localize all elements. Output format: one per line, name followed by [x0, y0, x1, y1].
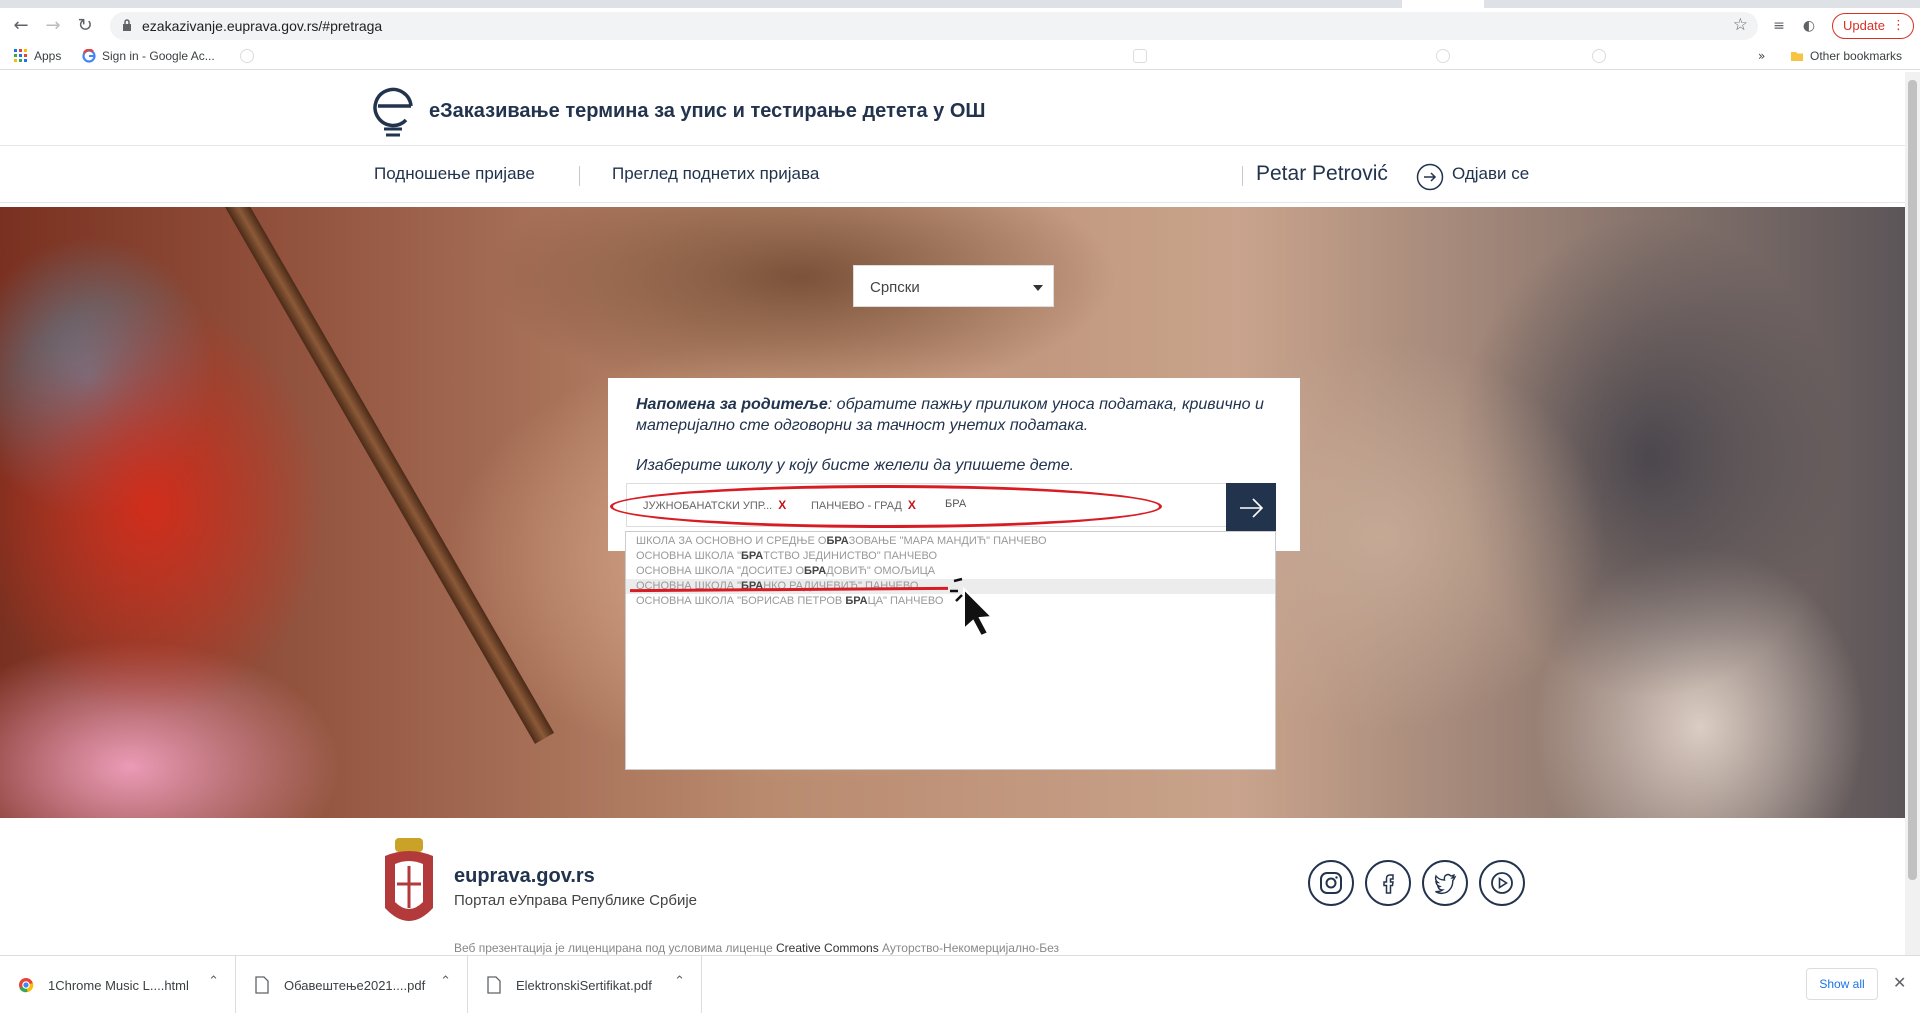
license-text: Ауторство-Некомерцијално-Без: [878, 941, 1060, 955]
other-bookmarks[interactable]: Other bookmarks: [1790, 49, 1902, 63]
bookmark-faded-3[interactable]: [1436, 49, 1450, 63]
file-icon: [255, 976, 269, 994]
address-bar[interactable]: ezakazivanje.euprava.gov.rs/#pretraga ☆: [110, 12, 1758, 40]
chrome-icon: [19, 978, 34, 993]
download-item[interactable]: ElektronskiSertifikat.pdf ⌃: [468, 956, 702, 1013]
globe-icon: [1592, 49, 1606, 63]
hand-pointer-cursor-icon: [950, 577, 995, 637]
language-value: Српски: [870, 279, 920, 296]
red-circle-annotation: [610, 485, 1162, 528]
arrow-right-icon: [1240, 498, 1264, 518]
site-header: еЗаказивање термина за упис и тестирање …: [0, 72, 1905, 145]
reading-list-icon[interactable]: ≡: [1768, 15, 1790, 37]
logout-arrow-icon[interactable]: [1416, 163, 1444, 191]
forward-arrow-icon[interactable]: →: [42, 15, 64, 37]
bookmark-label: Apps: [34, 49, 62, 63]
globe-icon: [1436, 49, 1450, 63]
profile-sync-icon[interactable]: ◐: [1798, 15, 1820, 37]
parents-notice: Напомена за родитеље: обратите пажњу при…: [636, 394, 1276, 436]
main-nav: Подношење пријаве Преглед поднетих прија…: [0, 145, 1905, 203]
more-bookmarks-label: »: [1758, 49, 1766, 63]
youtube-icon[interactable]: [1479, 860, 1525, 906]
bookmark-star-icon[interactable]: ☆: [1733, 15, 1748, 35]
folder-icon: [1791, 52, 1803, 61]
update-label: Update: [1843, 18, 1885, 33]
downloads-bar: 1Chrome Music L....html ⌃ Обавештење2021…: [0, 955, 1920, 1013]
browser-toolbar: ← → ↻ ezakazivanje.euprava.gov.rs/#pretr…: [0, 8, 1920, 42]
lock-icon: [123, 19, 131, 31]
chevron-up-icon[interactable]: ⌃: [440, 974, 451, 989]
twitter-icon[interactable]: [1422, 860, 1468, 906]
download-file-name: Обавештење2021....pdf: [284, 978, 426, 993]
file-icon: [487, 976, 501, 994]
notice-label: Напомена за родитеље: [636, 396, 828, 413]
site-title: еЗаказивање термина за упис и тестирање …: [429, 100, 986, 122]
page-scrollbar[interactable]: [1905, 72, 1920, 955]
school-suggestions-list: ШКОЛА ЗА ОСНОВНО И СРЕДЊЕ ОБРАЗОВАЊЕ "МА…: [625, 531, 1276, 770]
other-bookmarks-label: Other bookmarks: [1810, 49, 1903, 63]
instagram-icon[interactable]: [1308, 860, 1354, 906]
nav-view-applications[interactable]: Преглед поднетих пријава: [612, 164, 819, 184]
dropdown-caret-icon: [1033, 285, 1043, 291]
active-tab[interactable]: [1402, 0, 1484, 8]
language-select[interactable]: Српски: [853, 265, 1054, 307]
logout-link[interactable]: Одјави се: [1452, 164, 1529, 184]
bookmarks-bar: Apps Sign in - Google Ac... » Other book…: [0, 42, 1920, 70]
bookmark-faded-4[interactable]: [1592, 49, 1606, 63]
bookmark-google-signin[interactable]: Sign in - Google Ac...: [82, 49, 215, 63]
euprava-e-logo-icon: [373, 87, 413, 137]
download-item[interactable]: 1Chrome Music L....html ⌃: [0, 956, 236, 1013]
menu-dots-icon: ⋮: [1892, 18, 1905, 33]
download-file-name: 1Chrome Music L....html: [48, 978, 189, 993]
globe-icon: [240, 49, 254, 63]
reload-icon[interactable]: ↻: [74, 15, 96, 37]
bookmark-label: Sign in - Google Ac...: [102, 49, 215, 63]
chevron-up-icon[interactable]: ⌃: [208, 974, 219, 989]
creative-commons-link[interactable]: Creative Commons: [776, 941, 879, 955]
page-icon: [1133, 49, 1147, 63]
download-item[interactable]: Обавештење2021....pdf ⌃: [236, 956, 468, 1013]
footer-portal-subtitle: Портал еУправа Републике Србије: [454, 892, 698, 909]
footer-license-text: Веб презентација је лиценцирана под усло…: [454, 941, 1059, 955]
nav-divider: [1242, 166, 1243, 186]
choose-school-text: Изаберите школу у коју бисте желели да у…: [636, 457, 1075, 474]
facebook-icon[interactable]: [1365, 860, 1411, 906]
download-file-name: ElektronskiSertifikat.pdf: [516, 978, 652, 993]
suggestion-item[interactable]: ШКОЛА ЗА ОСНОВНО И СРЕДЊЕ ОБРАЗОВАЊЕ "МА…: [626, 534, 1275, 549]
footer-site-name[interactable]: euprava.gov.rs: [454, 865, 595, 888]
search-submit-button[interactable]: [1226, 483, 1276, 533]
bookmark-apps[interactable]: Apps: [14, 49, 61, 63]
bookmark-faded-2[interactable]: [1133, 49, 1147, 63]
serbia-coat-of-arms-icon: [385, 838, 433, 921]
chevron-up-icon[interactable]: ⌃: [674, 974, 685, 989]
suggestion-item[interactable]: ОСНОВНА ШКОЛА "БРАТСТВО ЈЕДИНИСТВО" ПАНЧ…: [626, 549, 1275, 564]
update-button[interactable]: Update ⋮: [1832, 13, 1914, 39]
more-bookmarks-icon[interactable]: »: [1758, 49, 1765, 63]
apps-grid-icon: [14, 49, 27, 62]
license-text: Веб презентација је лиценцирана под усло…: [454, 941, 777, 955]
user-name: Petar Petrović: [1256, 162, 1388, 185]
bookmark-faded-1[interactable]: [240, 49, 254, 63]
scrollbar-thumb[interactable]: [1908, 80, 1917, 880]
close-icon[interactable]: ✕: [1893, 973, 1906, 992]
show-all-button[interactable]: Show all: [1806, 968, 1878, 1000]
google-icon: [82, 49, 96, 63]
nav-submit-application[interactable]: Подношење пријаве: [374, 164, 535, 184]
nav-divider: [579, 166, 580, 186]
back-arrow-icon[interactable]: ←: [10, 15, 32, 37]
url-text[interactable]: ezakazivanje.euprava.gov.rs/#pretraga: [142, 18, 382, 34]
tab-strip: [0, 0, 1920, 8]
pencil-graphic: [225, 207, 555, 744]
